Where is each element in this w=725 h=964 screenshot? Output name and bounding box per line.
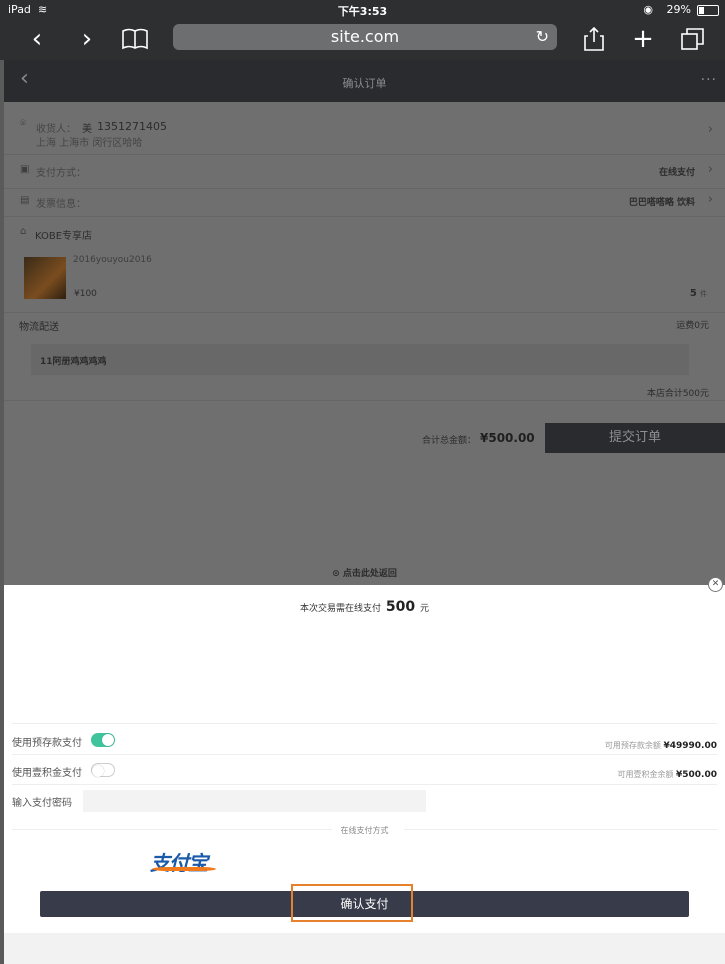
gold-label: 使用壹积金支付 <box>12 768 82 779</box>
remark-box[interactable]: 11阿册鸡鸡鸡鸡 <box>31 344 689 375</box>
battery-percent: 29% <box>666 3 691 16</box>
status-time: 下午3:53 <box>337 5 388 18</box>
rotation-lock-icon: ◉ <box>643 3 653 16</box>
more-icon[interactable]: ··· <box>701 72 717 88</box>
new-tab-icon[interactable]: + <box>626 24 660 54</box>
chevron-right-icon: › <box>707 162 713 177</box>
payment-method-row[interactable]: ▣ 支付方式： 在线支付 › <box>4 154 725 189</box>
submit-order-button[interactable]: 提交订单 <box>545 423 725 453</box>
alipay-logo: 支付宝 <box>150 851 208 875</box>
deposit-label: 使用预存款支付 <box>12 738 82 749</box>
invoice-row[interactable]: ▤ 发票信息： 巴巴嗒嗒略 饮料 › <box>4 188 725 217</box>
grand-total-label: 合计总金额： <box>422 436 477 446</box>
address-bar[interactable]: site.com ↻ <box>173 24 557 50</box>
payment-sheet: ✕ 本次交易需在线支付 500 元 使用预存款支付 可用预存款余额 ¥49990… <box>4 577 725 964</box>
location-icon: ⌾ <box>20 118 26 129</box>
reload-icon[interactable]: ↻ <box>536 24 549 50</box>
store-name: KOBE专享店 <box>35 231 93 242</box>
shipping-fee: 运费0元 <box>676 321 709 331</box>
grand-total-value: ¥500.00 <box>480 431 535 445</box>
password-label: 输入支付密码 <box>12 798 72 809</box>
status-bar: iPad ≋ 下午3:53 ◉ 29% <box>0 0 725 20</box>
payment-value: 在线支付 <box>658 168 695 178</box>
tabs-icon[interactable] <box>676 24 710 54</box>
store-icon: ⌂ <box>20 226 27 237</box>
online-methods-title: 在线支付方式 <box>340 826 389 835</box>
invoice-value: 巴巴嗒嗒略 饮料 <box>628 198 695 208</box>
password-input[interactable] <box>83 790 426 812</box>
highlight-box <box>291 884 413 922</box>
gold-available: 可用壹积金余额 ¥500.00 <box>617 770 717 780</box>
consignee-phone: 1351271405 <box>97 120 167 133</box>
consignee-row[interactable]: ⌾ 收货人： 美 1351271405 上海 上海市 闵行区哈哈 › <box>4 110 725 155</box>
consignee-address: 上海 上海市 闵行区哈哈 <box>36 138 143 149</box>
chevron-right-icon: › <box>707 192 713 207</box>
tap-back-link[interactable]: ⊙ 点击此处返回 <box>4 566 725 579</box>
share-icon[interactable] <box>577 24 611 54</box>
sheet-footer <box>4 933 725 964</box>
product-quantity: 5 件 <box>689 288 707 299</box>
consignee-label: 收货人： <box>36 124 76 135</box>
alipay-option[interactable]: 支付宝 <box>150 847 216 876</box>
gold-toggle[interactable] <box>91 763 115 777</box>
product-thumbnail[interactable] <box>24 257 66 299</box>
deposit-toggle[interactable] <box>91 733 115 747</box>
payment-amount-notice: 本次交易需在线支付 500 元 <box>299 599 429 615</box>
back-circle-icon: ⊙ <box>332 569 340 579</box>
bookmarks-icon[interactable] <box>118 24 152 54</box>
product-name[interactable]: 2016youyou2016 <box>73 255 152 265</box>
browser-toolbar: ‹ › site.com ↻ + <box>0 20 725 60</box>
alipay-swoosh-icon <box>152 867 216 871</box>
forward-icon[interactable]: › <box>70 24 104 54</box>
order-page: ‹ 确认订单 ··· ⌾ 收货人： 美 1351271405 上海 上海市 闵行… <box>4 60 725 585</box>
chevron-right-icon: › <box>707 122 713 137</box>
page-header: ‹ 确认订单 ··· <box>4 60 725 102</box>
product-price: ¥100 <box>74 289 97 299</box>
consignee-name: 美 <box>82 124 92 135</box>
wallet-icon: ▣ <box>20 164 30 175</box>
battery-icon <box>697 5 719 16</box>
payment-label: 支付方式： <box>36 168 86 179</box>
page-title: 确认订单 <box>342 77 387 90</box>
remark-text: 11阿册鸡鸡鸡鸡 <box>40 357 107 367</box>
invoice-label: 发票信息： <box>36 199 86 210</box>
deposit-available: 可用预存款余额 ¥49990.00 <box>604 741 717 751</box>
close-icon[interactable]: ✕ <box>708 577 723 592</box>
store-total: 本店合计500元 <box>646 389 709 399</box>
back-icon[interactable]: ‹ <box>20 24 54 54</box>
shipping-label: 物流配送 <box>19 322 59 333</box>
url-text: site.com <box>330 27 400 46</box>
payment-amount: 500 <box>385 599 416 615</box>
invoice-icon: ▤ <box>20 195 30 206</box>
